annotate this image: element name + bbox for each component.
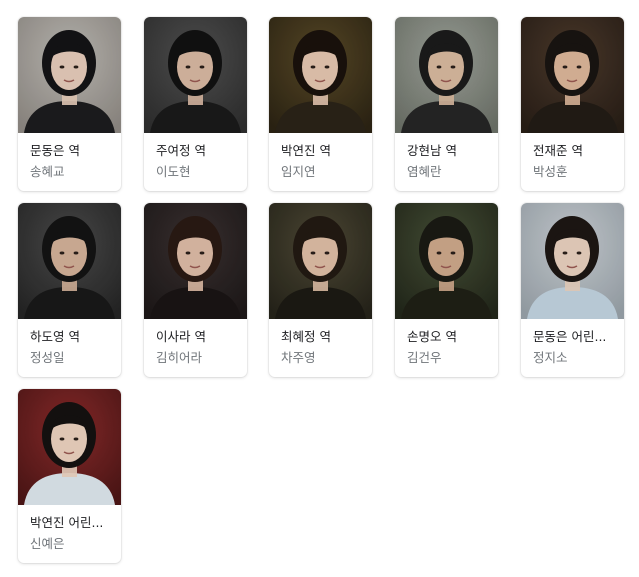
cast-role: 이사라 역: [156, 329, 206, 344]
portrait-image: [521, 17, 624, 133]
cast-card[interactable]: 손명오 역 김건우: [395, 203, 498, 377]
cast-photo: [18, 203, 121, 319]
cast-photo: [144, 203, 247, 319]
cast-photo: [521, 203, 624, 319]
cast-grid: 문동은 역 송혜교 주여정 역 이도현 박연진 역 임지연 강현남 역 염혜란 …: [0, 0, 639, 577]
cast-card[interactable]: 최혜정 역 차주영: [269, 203, 372, 377]
cast-role: 전재준 역: [533, 143, 583, 158]
cast-actor: 이도현: [156, 164, 191, 179]
portrait-image: [18, 17, 121, 133]
cast-actor: 송혜교: [30, 164, 65, 179]
cast-role: 손명오 역: [407, 329, 457, 344]
cast-card[interactable]: 문동은 어린... 정지소: [521, 203, 624, 377]
cast-photo: [521, 17, 624, 133]
cast-card[interactable]: 박연진 어린... 신예은: [18, 389, 121, 563]
portrait-image: [521, 203, 624, 319]
cast-photo: [395, 17, 498, 133]
cast-role: 문동은 어린...: [533, 329, 607, 344]
portrait-image: [144, 203, 247, 319]
cast-card[interactable]: 문동은 역 송혜교: [18, 17, 121, 191]
portrait-image: [395, 17, 498, 133]
portrait-image: [144, 17, 247, 133]
cast-actor: 정지소: [533, 350, 568, 365]
cast-card[interactable]: 강현남 역 염혜란: [395, 17, 498, 191]
cast-photo: [18, 389, 121, 505]
cast-photo: [144, 17, 247, 133]
cast-role: 주여정 역: [156, 143, 206, 158]
cast-role: 문동은 역: [30, 143, 80, 158]
portrait-image: [18, 203, 121, 319]
cast-role: 박연진 역: [281, 143, 331, 158]
cast-actor: 김히어라: [156, 350, 203, 365]
cast-photo: [18, 17, 121, 133]
cast-role: 박연진 어린...: [30, 515, 104, 530]
cast-role: 최혜정 역: [281, 329, 331, 344]
cast-card[interactable]: 주여정 역 이도현: [144, 17, 247, 191]
cast-card[interactable]: 이사라 역 김히어라: [144, 203, 247, 377]
cast-actor: 임지연: [281, 164, 316, 179]
cast-card[interactable]: 하도영 역 정성일: [18, 203, 121, 377]
portrait-image: [269, 17, 372, 133]
cast-actor: 김건우: [407, 350, 442, 365]
cast-actor: 정성일: [30, 350, 65, 365]
cast-card[interactable]: 박연진 역 임지연: [269, 17, 372, 191]
cast-role: 하도영 역: [30, 329, 80, 344]
cast-photo: [269, 17, 372, 133]
portrait-image: [269, 203, 372, 319]
portrait-image: [18, 389, 121, 505]
cast-photo: [269, 203, 372, 319]
cast-actor: 박성훈: [533, 164, 568, 179]
cast-actor: 신예은: [30, 536, 65, 551]
cast-actor: 차주영: [281, 350, 316, 365]
portrait-image: [395, 203, 498, 319]
cast-card[interactable]: 전재준 역 박성훈: [521, 17, 624, 191]
cast-actor: 염혜란: [407, 164, 442, 179]
cast-role: 강현남 역: [407, 143, 457, 158]
cast-photo: [395, 203, 498, 319]
